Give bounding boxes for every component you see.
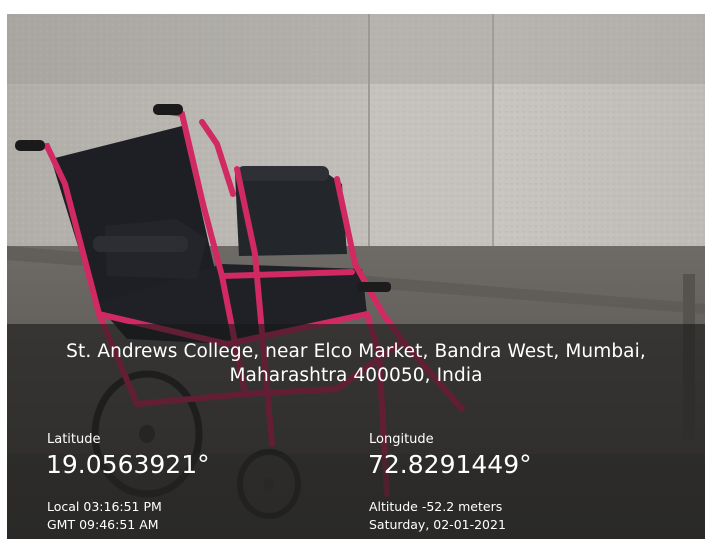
photo-frame: St. Andrews College, near Elco Market, B…: [7, 14, 705, 539]
gmt-time: GMT 09:46:51 AM: [47, 517, 159, 532]
address-text: St. Andrews College, near Elco Market, B…: [66, 341, 646, 386]
latitude-value: 19.0563921°: [46, 450, 210, 479]
latitude-label: Latitude: [47, 432, 101, 447]
local-time: Local 03:16:51 PM: [47, 499, 162, 514]
longitude-value: 72.8291449°: [368, 450, 532, 479]
longitude-label: Longitude: [369, 432, 434, 447]
geotag-overlay: St. Andrews College, near Elco Market, B…: [7, 324, 705, 539]
date-text: Saturday, 02-01-2021: [369, 517, 506, 532]
altitude-text: Altitude -52.2 meters: [369, 499, 503, 514]
